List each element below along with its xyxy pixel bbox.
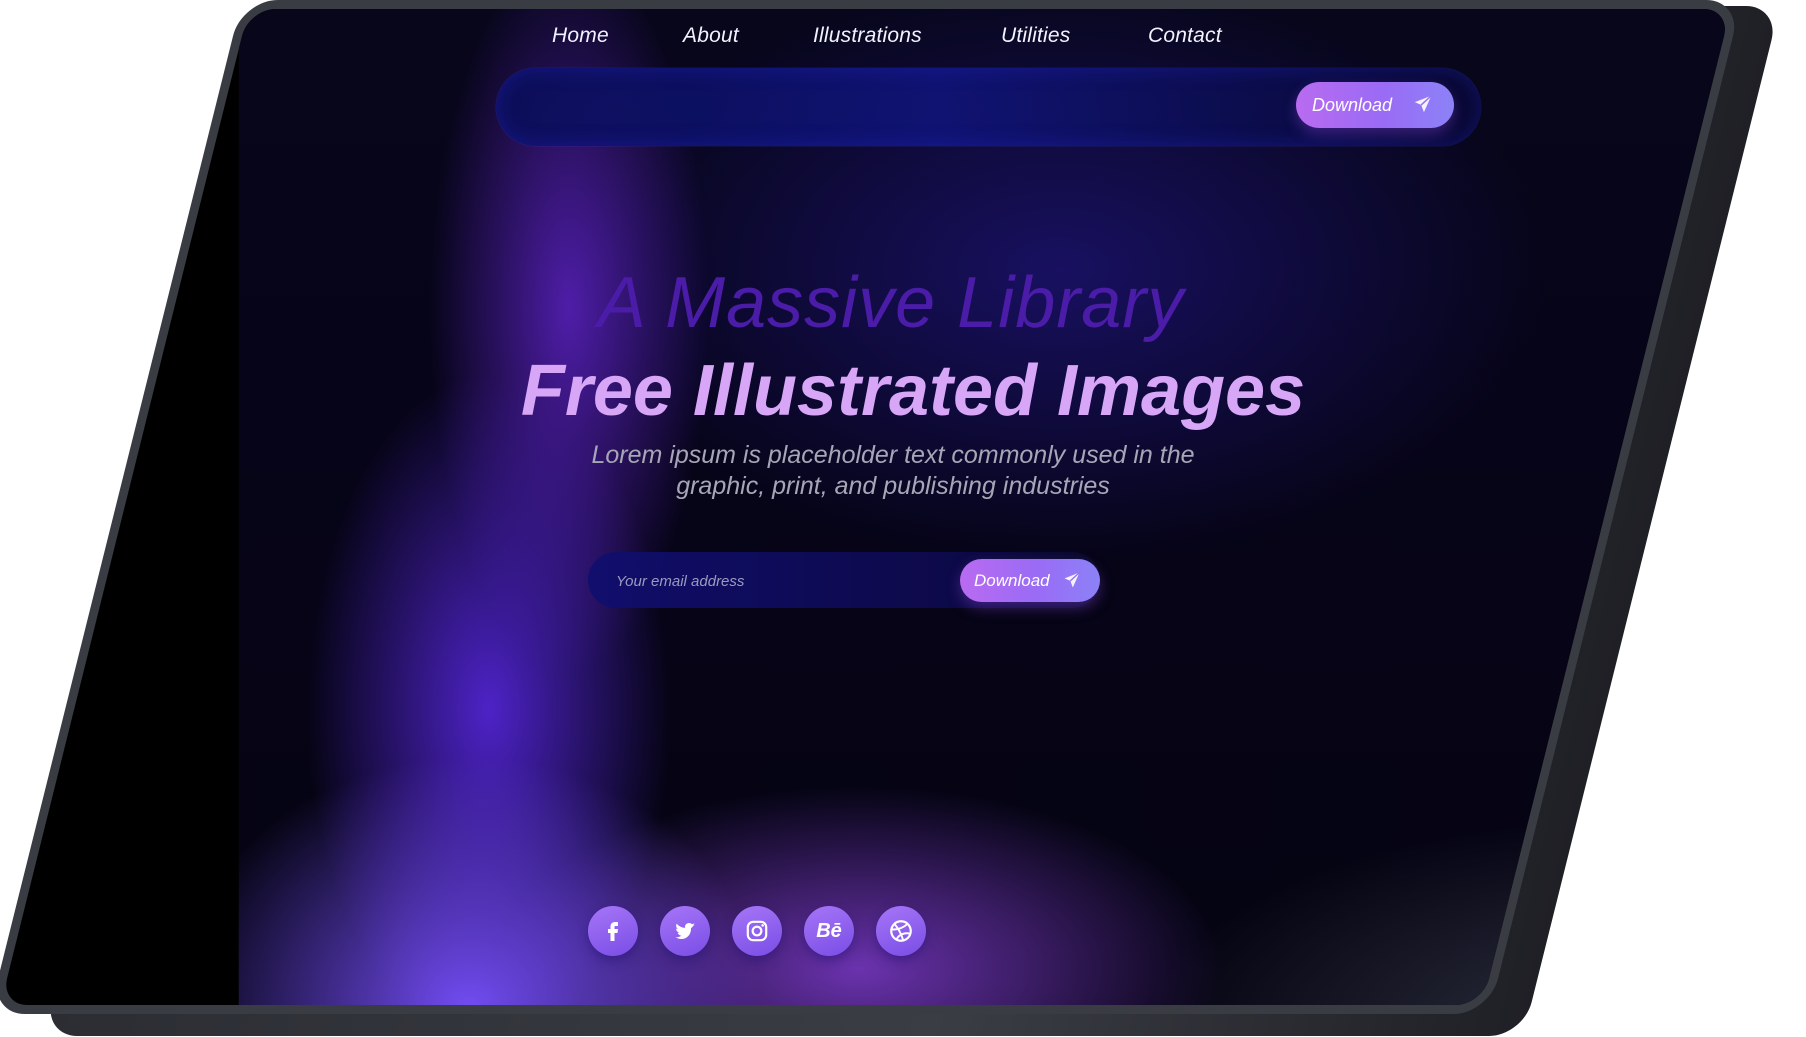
instagram-icon (744, 918, 770, 944)
facebook-icon (601, 919, 625, 943)
dribbble-button[interactable] (876, 906, 926, 956)
nav-illustrations[interactable]: Illustrations (813, 24, 922, 48)
nav-download-label: Download (1312, 94, 1393, 115)
send-icon (1412, 93, 1434, 120)
nav-download-button[interactable]: Download (1296, 82, 1454, 128)
twitter-button[interactable] (660, 906, 710, 956)
nav-contact[interactable]: Contact (1148, 24, 1222, 48)
hero-subtitle-line1: Lorem ipsum is placeholder text commonly… (591, 441, 1195, 469)
behance-button[interactable]: Bē (804, 906, 854, 956)
hero-download-label: Download (974, 570, 1050, 590)
email-field[interactable] (614, 562, 928, 600)
hero-subtitle-line2: graphic, print, and publishing industrie… (676, 472, 1110, 500)
screen-background (238, 9, 1743, 1005)
hero-title: Free Illustrated Images (520, 351, 1306, 431)
hero-subtitle: Lorem ipsum is placeholder text commonly… (0, 440, 1796, 502)
twitter-icon (671, 919, 699, 943)
instagram-button[interactable] (732, 906, 782, 956)
hero-download-button[interactable]: Download (960, 559, 1100, 602)
dribbble-icon (888, 918, 914, 944)
facebook-button[interactable] (588, 906, 638, 956)
nav-about[interactable]: About (683, 24, 739, 48)
send-icon (1062, 570, 1082, 595)
nav-utilities[interactable]: Utilities (1001, 24, 1070, 48)
hero-kicker: A Massive Library (597, 263, 1185, 343)
device-frame (0, 0, 1743, 1014)
nav-home[interactable]: Home (552, 24, 609, 48)
behance-icon: Bē (816, 919, 842, 942)
